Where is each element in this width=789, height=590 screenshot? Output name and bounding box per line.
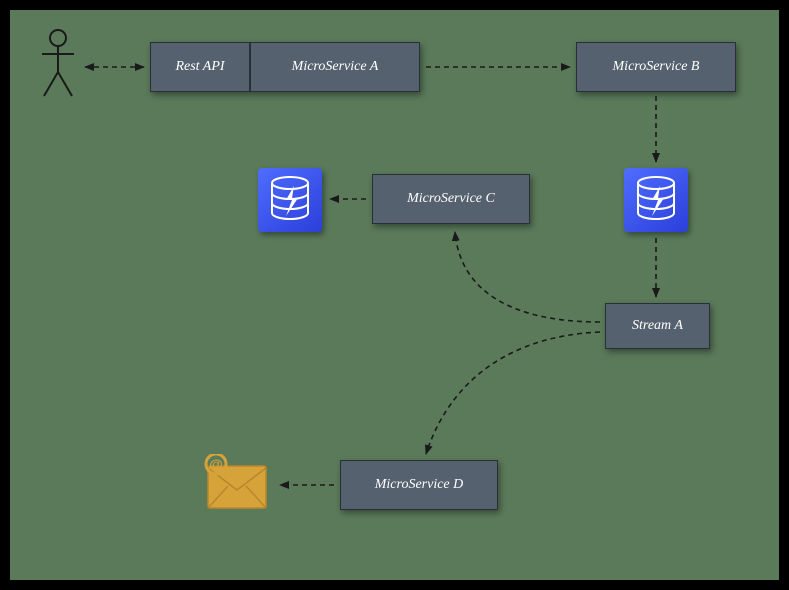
compound-rest-service-a: Rest API MicroService A [150, 42, 420, 92]
svg-text:@: @ [209, 456, 223, 472]
node-micro-service-a: MicroService A [250, 42, 420, 92]
node-label: MicroService A [292, 59, 379, 75]
actor-icon [38, 28, 78, 105]
node-label: MicroService C [407, 191, 495, 207]
node-micro-service-d: MicroService D [340, 460, 498, 510]
node-label: MicroService B [613, 59, 700, 75]
node-rest-api: Rest API [150, 42, 250, 92]
node-stream-a: Stream A [605, 303, 710, 349]
node-micro-service-b: MicroService B [576, 42, 736, 92]
diagram-canvas: Rest API MicroService A MicroService B M… [0, 0, 789, 590]
node-label: Stream A [632, 318, 683, 334]
database-bolt-icon [258, 168, 322, 232]
node-label: Rest API [175, 59, 224, 75]
email-at-icon: @ [202, 454, 272, 510]
node-micro-service-c: MicroService C [372, 174, 530, 224]
node-label: MicroService D [375, 477, 464, 493]
database-bolt-icon [624, 168, 688, 232]
